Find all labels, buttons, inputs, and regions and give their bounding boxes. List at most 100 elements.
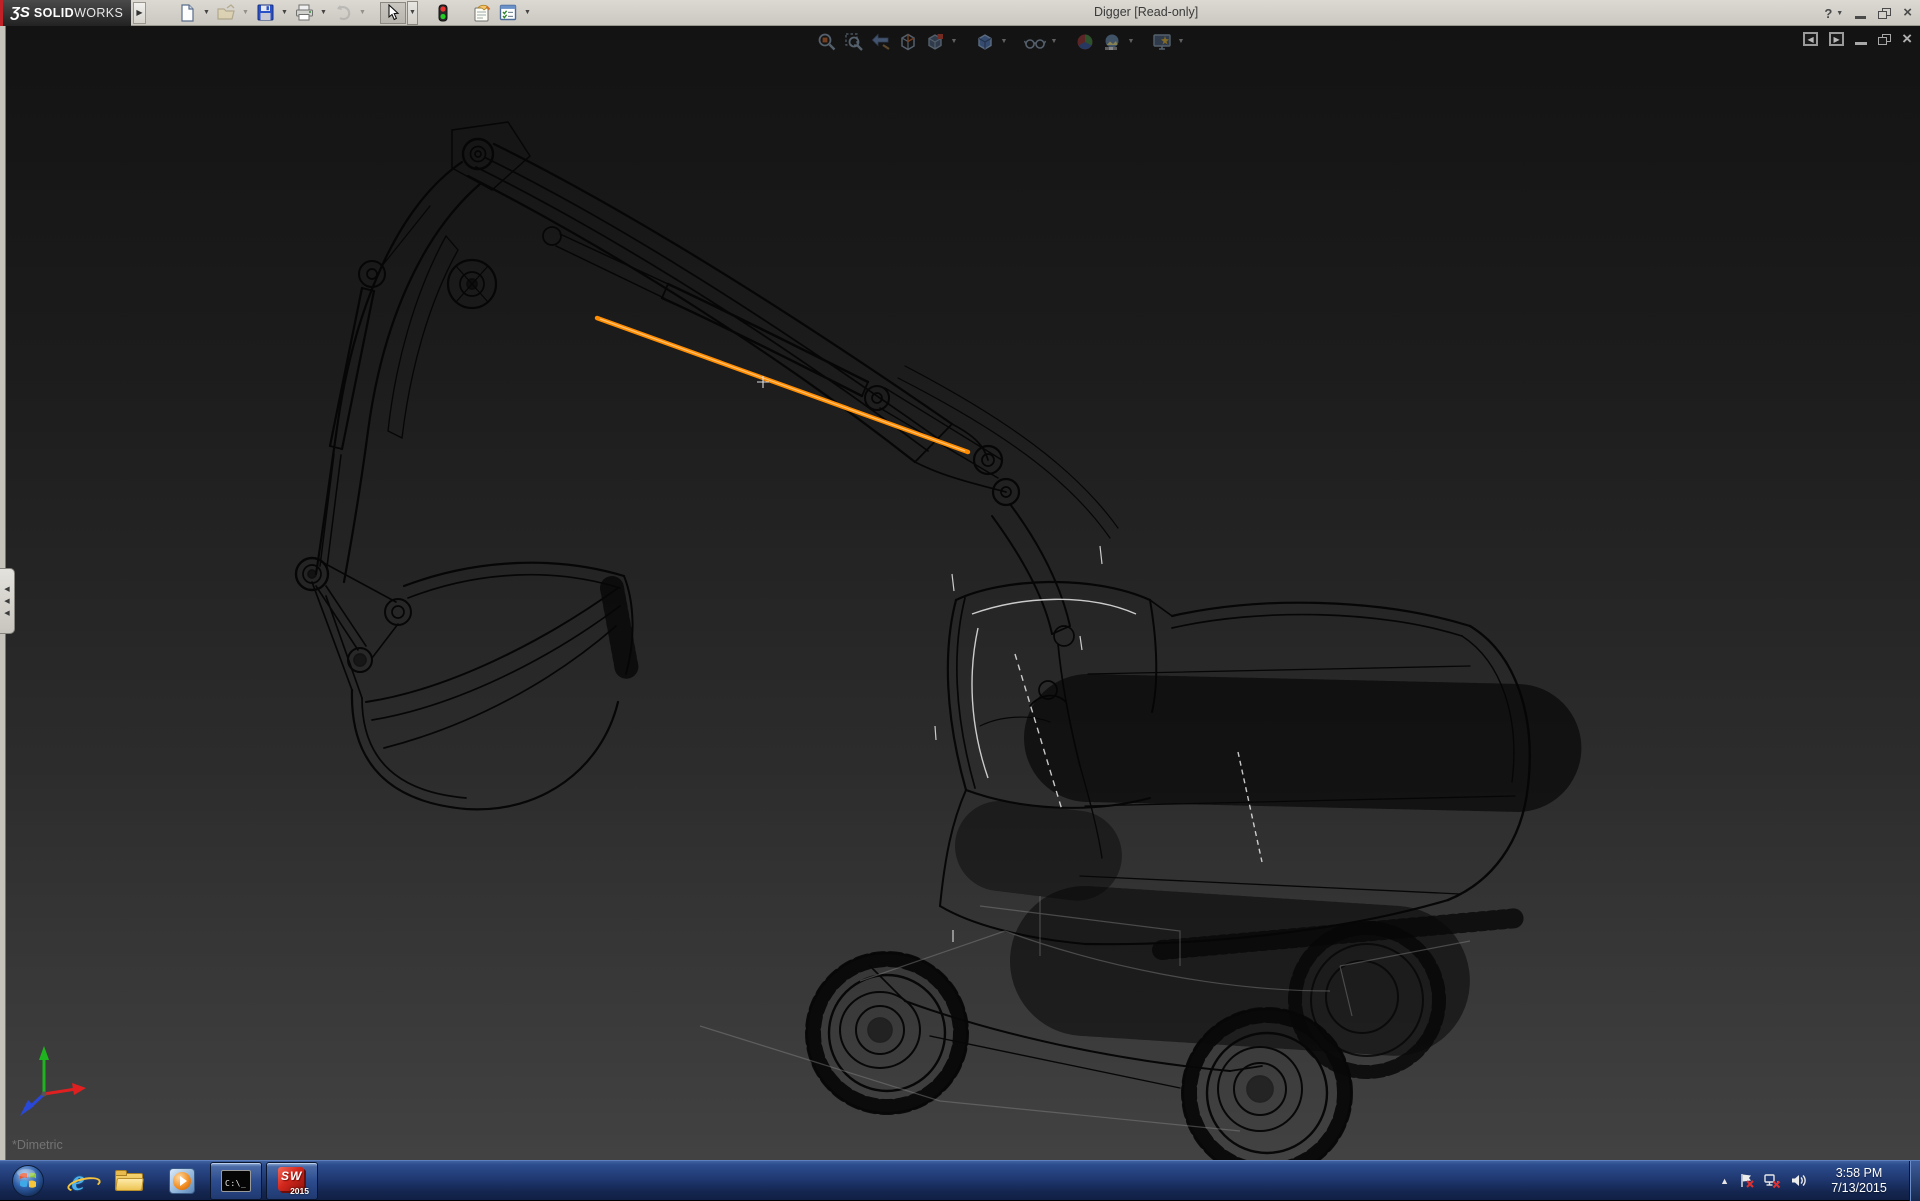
main-toolbar: ▼ ▼ ▼ ▼ [174,1,533,25]
save-icon [257,4,274,21]
start-button[interactable] [4,1161,52,1201]
print-dropdown[interactable]: ▼ [318,2,329,24]
restore-button[interactable] [1878,8,1891,19]
open-document-button[interactable] [213,2,239,24]
undo-button[interactable] [330,2,356,24]
previous-view-button[interactable] [868,29,893,54]
headsup-view-toolbar: ▼ ▼ ▼ [814,29,1186,54]
edit-appearance-button[interactable] [1072,29,1097,54]
taskbar-clock[interactable]: 3:58 PM 7/13/2015 [1822,1166,1896,1196]
solidworks-logo-glyph: ƷS [11,4,30,21]
solidworks-logo: ƷS SOLIDWORKS [3,0,131,26]
new-document-icon [178,4,196,22]
apply-scene-icon [1102,32,1122,52]
zoom-to-area-button[interactable] [841,29,866,54]
eyeglasses-icon [1024,32,1046,52]
internet-explorer-icon: e [71,1168,84,1194]
undo-icon [334,5,352,21]
apply-scene-button[interactable] [1099,29,1124,54]
hide-show-items-dropdown[interactable]: ▼ [1049,38,1059,45]
select-tool-dropdown[interactable]: ▼ [407,1,418,25]
collapse-arrow-icon: ◀ [4,587,9,592]
display-style-button[interactable] [972,29,997,54]
main-boom [468,144,1118,538]
volume-speaker-icon[interactable] [1790,1172,1807,1189]
view-orientation-icon [925,32,945,52]
display-style-icon [975,32,995,52]
help-dropdown[interactable]: ▼ [1836,10,1843,17]
view-orientation-button[interactable] [922,29,947,54]
network-disconnected-icon[interactable] [1764,1172,1781,1189]
minimize-button[interactable] [1855,16,1866,19]
show-desktop-button[interactable] [1909,1161,1920,1201]
appearance-ball-icon [1075,32,1095,52]
graphics-viewport[interactable]: ◀ ◀ ◀ [0,26,1920,1160]
save-button[interactable] [252,2,278,24]
print-icon [295,4,314,21]
options-dropdown[interactable]: ▼ [522,2,533,24]
bucket-cylinder [320,261,385,567]
collapse-arrow-icon: ◀ [4,611,9,616]
print-button[interactable] [291,2,317,24]
select-tool-button[interactable] [380,2,406,24]
help-icon[interactable]: ? [1824,6,1832,21]
wheel-front-left [807,953,967,1113]
tile-right-icon[interactable]: ▶ [1829,32,1844,46]
taskbar-item-internet-explorer[interactable]: e [52,1161,104,1201]
action-center-flag-icon[interactable] [1738,1172,1755,1189]
taskbar: e C:\_ SW 2015 ▲ [0,1160,1920,1200]
folder-icon [115,1170,145,1192]
tile-left-icon[interactable]: ◀ [1803,32,1818,46]
solidworks-icon-letters: SW [281,1169,302,1183]
clock-time: 3:58 PM [1822,1166,1896,1181]
menu-expand-button[interactable]: ▶ [133,2,146,24]
apply-scene-dropdown[interactable]: ▼ [1126,38,1136,45]
taskbar-item-solidworks-2015[interactable]: SW 2015 [266,1162,318,1200]
document-close-button[interactable]: × [1902,33,1912,45]
solidworks-2015-icon: SW 2015 [277,1167,307,1195]
boom-apex [448,122,530,308]
clock-date: 7/13/2015 [1822,1181,1896,1196]
select-cursor-icon [386,4,400,21]
show-hidden-icons-button[interactable]: ▲ [1720,1176,1729,1186]
new-document-dropdown[interactable]: ▼ [201,2,212,24]
taskbar-item-media-player[interactable] [156,1161,208,1201]
section-view-button[interactable] [895,29,920,54]
bucket-linkage [296,558,411,672]
document-window-controls: ◀ ▶ × [1803,32,1912,46]
bucket [312,563,633,810]
document-minimize-button[interactable] [1855,42,1867,45]
view-orientation-dropdown[interactable]: ▼ [949,38,959,45]
close-button[interactable]: × [1903,8,1912,18]
section-view-icon [898,32,918,52]
display-style-dropdown[interactable]: ▼ [999,38,1009,45]
new-document-button[interactable] [174,2,200,24]
view-settings-icon [1152,32,1172,52]
solidworks-icon-year: 2015 [290,1186,309,1196]
document-restore-button[interactable] [1878,34,1891,45]
solidworks-logo-text: SOLIDWORKS [34,6,123,20]
panel-splitter-handle[interactable]: ◀ ◀ ◀ [0,568,15,634]
view-settings-dropdown[interactable]: ▼ [1176,38,1186,45]
command-prompt-icon: C:\_ [221,1170,251,1192]
hide-show-items-button[interactable] [1022,29,1047,54]
taskbar-item-command-prompt[interactable]: C:\_ [210,1162,262,1200]
left-boom-leg [316,162,480,582]
view-settings-button[interactable] [1149,29,1174,54]
taskbar-item-windows-explorer[interactable] [104,1161,156,1201]
command-prompt-icon-text: C:\_ [225,1179,246,1188]
save-dropdown[interactable]: ▼ [279,2,290,24]
media-player-icon [169,1168,195,1194]
options-button[interactable] [495,2,521,24]
zoom-to-fit-button[interactable] [814,29,839,54]
zoom-to-area-icon [844,32,864,52]
system-tray: ▲ 3:58 PM 7/13/2015 [1720,1161,1920,1201]
file-properties-button[interactable] [468,2,494,24]
open-document-dropdown[interactable]: ▼ [240,2,251,24]
undo-dropdown[interactable]: ▼ [357,2,368,24]
view-orientation-label: *Dimetric [12,1138,63,1152]
excavator-wireframe [296,122,1530,1160]
model-canvas[interactable] [0,26,1920,1160]
rebuild-traffic-light-button[interactable] [430,2,456,24]
file-properties-icon [472,4,491,22]
